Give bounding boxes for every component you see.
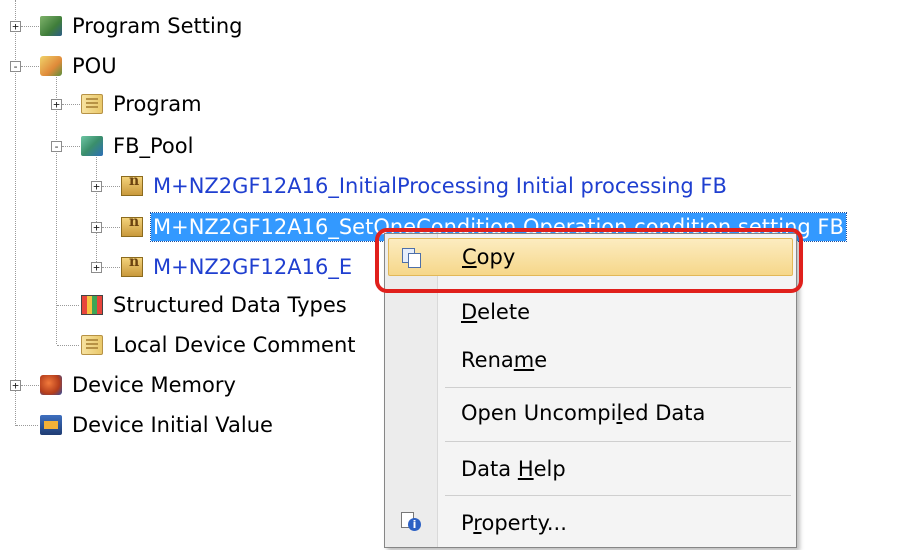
tree-item-label: Device Memory [72,373,236,397]
menu-item-label: Property... [461,511,567,535]
menu-separator [445,387,791,388]
expand-toggle[interactable]: + [91,262,102,273]
menu-item-label: Rename [461,348,548,372]
expand-toggle[interactable]: + [91,222,102,233]
tree-item-label: M+NZ2GF12A16_E [153,255,353,279]
tree-item-fb-initial-processing[interactable]: M+NZ2GF12A16_InitialProcessing Initial p… [121,171,729,201]
copy-highlight-box [375,228,803,293]
comment-book-icon [81,335,103,355]
expand-toggle[interactable]: + [91,181,102,192]
expand-toggle[interactable]: + [10,21,21,32]
tree-item-fb-third[interactable]: M+NZ2GF12A16_E [121,252,354,282]
menu-item-rename[interactable]: Rename [385,340,796,380]
tree-line [21,385,39,386]
tree-item-program-setting[interactable]: Program Setting [40,11,244,41]
tree-line [62,146,80,147]
collapse-toggle[interactable]: - [51,141,62,152]
property-info-icon [401,512,421,532]
tree-line [102,186,120,187]
tree-line [21,26,39,27]
tree-item-device-initial-value[interactable]: Device Initial Value [40,410,275,440]
menu-item-property[interactable]: Property... [385,503,796,543]
device-memory-icon [40,375,62,395]
tree-item-label: Structured Data Types [113,293,347,317]
device-initial-value-icon [40,415,62,435]
structured-data-icon [81,295,103,315]
tree-item-label: M+NZ2GF12A16_InitialProcessing Initial p… [153,174,727,198]
tree-line [96,146,97,268]
tree-item-device-memory[interactable]: Device Memory [40,370,238,400]
tree-item-fb-pool[interactable]: FB_Pool [81,131,195,161]
tree-item-label: Device Initial Value [72,413,273,437]
collapse-toggle[interactable]: - [10,61,21,72]
tree-line [57,345,79,346]
tree-line [16,425,38,426]
menu-item-label: Delete [461,300,530,324]
tree-item-local-device-comment[interactable]: Local Device Comment [81,330,357,360]
function-block-icon [121,173,143,196]
program-book-icon [81,94,103,114]
function-block-icon [121,254,143,277]
program-setting-icon [40,16,62,36]
menu-separator [445,441,791,442]
tree-line [21,66,39,67]
tree-line [102,227,120,228]
tree-item-label: Local Device Comment [113,333,356,357]
expand-toggle[interactable]: + [10,380,21,391]
tree-item-pou[interactable]: POU [40,51,119,81]
menu-item-data-help[interactable]: Data Help [385,449,796,489]
tree-item-structured-data-types[interactable]: Structured Data Types [81,290,349,320]
function-block-icon [121,214,143,237]
menu-item-open-uncompiled-data[interactable]: Open Uncompiled Data [385,393,796,433]
tree-line [57,305,79,306]
menu-item-label: Open Uncompiled Data [461,401,706,425]
menu-item-delete[interactable]: Delete [385,292,796,332]
fb-pool-icon [81,136,103,156]
tree-item-program[interactable]: Program [81,89,204,119]
menu-separator [445,495,791,496]
tree-item-label: Program [113,92,202,116]
tree-line [62,104,80,105]
expand-toggle[interactable]: + [51,99,62,110]
tree-item-label: POU [72,54,117,78]
tree-item-label: FB_Pool [113,134,194,158]
menu-item-label: Data Help [461,457,566,481]
pou-icon [40,56,62,76]
tree-item-label: Program Setting [72,14,243,38]
tree-line [102,267,120,268]
